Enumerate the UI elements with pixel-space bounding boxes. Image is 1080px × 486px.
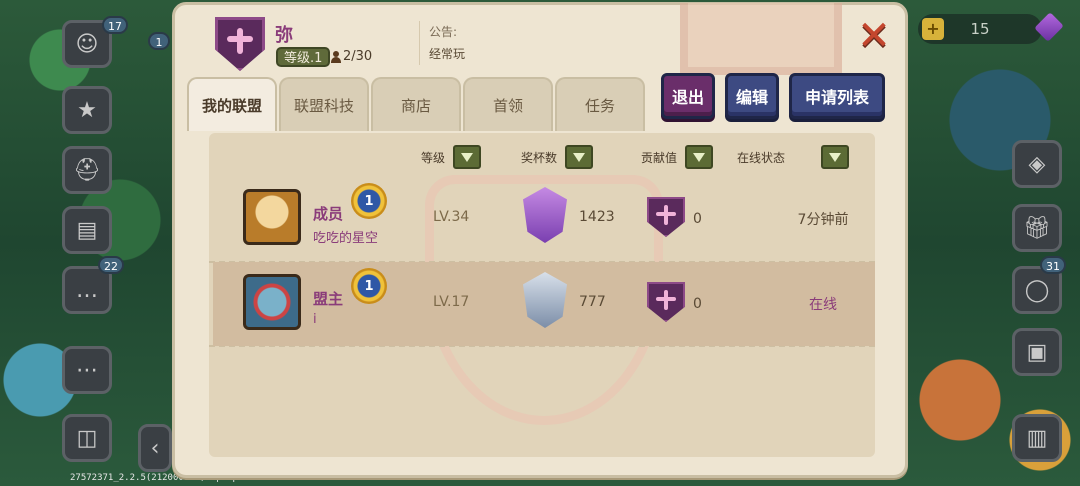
member-trophies: 777 (579, 294, 606, 310)
chest-button[interactable]: ▥ (1012, 414, 1062, 462)
tab-tasks[interactable]: 任务 (555, 77, 645, 131)
quit-button[interactable]: 退出 (661, 73, 715, 119)
member-role: 盟主 (313, 290, 344, 308)
cross-icon (656, 289, 676, 310)
member-contribution: 0 (693, 296, 702, 312)
alliance-name: 弥 (275, 25, 293, 46)
apply-list-button[interactable]: 申请列表 (789, 73, 885, 119)
contribution-emblem-icon (647, 197, 685, 237)
notice-text: 经常玩 (429, 47, 466, 61)
tab-shop[interactable]: 商店 (371, 77, 461, 131)
alliance-emblem[interactable] (215, 17, 265, 71)
member-role: 成员 (313, 205, 344, 223)
box-button[interactable]: ▣ (1012, 328, 1062, 376)
contribution-emblem-icon (647, 282, 685, 322)
member-status: 在线 (809, 297, 837, 313)
trophy-icon (523, 272, 567, 328)
tab-boss[interactable]: 首领 (463, 77, 553, 131)
member-count-value: 2/30 (343, 49, 373, 64)
tab-alliance-tech[interactable]: 联盟科技 (279, 77, 369, 131)
notice-label: 公告: (429, 25, 458, 39)
member-level: LV.34 (433, 209, 470, 225)
more-button[interactable]: ⋯ (62, 346, 112, 394)
sort-status-button[interactable] (821, 145, 850, 169)
col-label-trophies: 奖杯数 (521, 150, 558, 165)
col-label-level: 等级 (421, 150, 446, 165)
side-badge-count: 1 (148, 32, 170, 50)
close-button[interactable]: ✕ (857, 16, 891, 56)
resource-counter-value: 15 (970, 20, 990, 38)
member-name: 吃吃的星空 (313, 231, 379, 246)
col-header-trophies: 奖杯数 (521, 145, 594, 169)
map-button[interactable]: ◫ (62, 414, 112, 462)
helmet-button[interactable]: ⛑ (62, 146, 112, 194)
chat-badge-count: 22 (98, 256, 124, 274)
alliance-tabs: 我的联盟 联盟科技 商店 首领 任务 (187, 77, 645, 131)
cross-icon (656, 204, 676, 225)
member-count: 2/30 (331, 49, 372, 64)
alliance-level-badge: 等级.1 (276, 47, 331, 67)
side-badge-count: 17 (102, 16, 128, 34)
alliance-panel: 弥 等级.1 2/30 公告: 经常玩 ✕ 我的联盟 联盟科技 商店 首领 任务… (172, 2, 908, 478)
header-divider (419, 21, 420, 65)
person-icon (331, 50, 341, 63)
table-row[interactable]: 成员 1 吃吃的星空 LV.34 1423 0 7分钟前 (213, 177, 875, 261)
table-row[interactable]: 盟主 1 i LV.17 777 0 在线 (213, 262, 875, 346)
cross-icon (227, 28, 253, 55)
member-avatar[interactable] (243, 189, 301, 245)
member-level: LV.17 (433, 294, 470, 310)
member-name: i (313, 312, 317, 327)
resource-counter: + 15 (918, 14, 1042, 44)
trophy-icon (523, 187, 567, 243)
crest-watermark (680, 3, 842, 75)
gift-button[interactable]: 🎁︎ (1012, 204, 1062, 252)
rank-medal-icon: 1 (351, 183, 387, 219)
sort-contribution-button[interactable] (685, 145, 714, 169)
rank-medal-icon: 1 (351, 268, 387, 304)
member-trophies: 1423 (579, 209, 615, 225)
col-label-contribution: 贡献值 (641, 150, 678, 165)
collapse-arrow-button[interactable]: ‹ (138, 424, 172, 472)
col-header-contribution: 贡献值 (641, 145, 714, 169)
member-contribution: 0 (693, 211, 702, 227)
add-resource-icon[interactable]: + (922, 18, 944, 40)
col-header-status: 在线状态 (737, 145, 850, 169)
egg-badge-count: 31 (1040, 256, 1066, 274)
edit-button[interactable]: 编辑 (725, 73, 779, 119)
quest-button[interactable]: ◈ (1012, 140, 1062, 188)
tab-my-alliance[interactable]: 我的联盟 (187, 77, 277, 131)
member-status: 7分钟前 (797, 212, 849, 228)
star-button[interactable]: ★ (62, 86, 112, 134)
book-button[interactable]: ▤ (62, 206, 112, 254)
member-avatar[interactable] (243, 274, 301, 330)
sort-level-button[interactable] (453, 145, 482, 169)
sort-trophies-button[interactable] (565, 145, 594, 169)
col-label-status: 在线状态 (737, 150, 786, 165)
col-header-level: 等级 (421, 145, 482, 169)
